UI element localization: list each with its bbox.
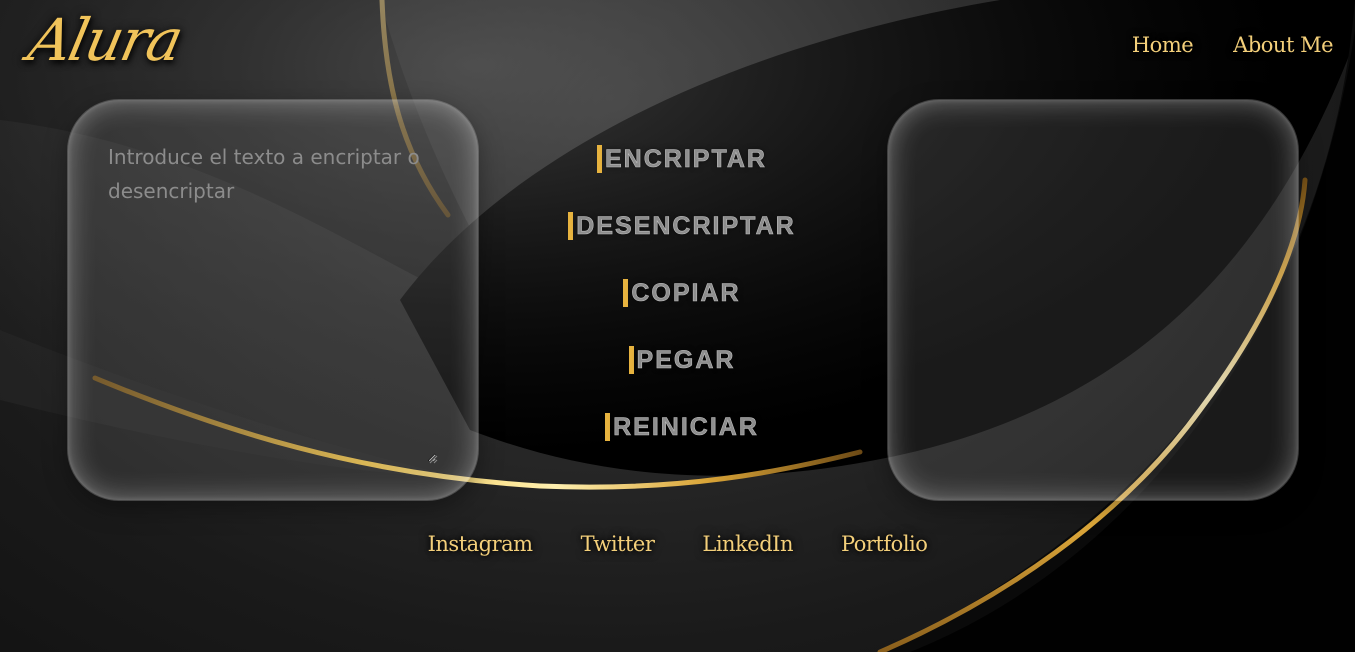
reset-button[interactable]: REINICIAR [605, 411, 759, 443]
input-textarea[interactable] [108, 140, 436, 462]
action-buttons: ENCRIPTAR DESENCRIPTAR COPIAR PEGAR REIN… [477, 143, 887, 443]
accent-bar [597, 145, 602, 173]
output-panel [887, 99, 1299, 501]
social-link-linkedin[interactable]: LinkedIn [702, 532, 793, 556]
top-navigation: Home About Me [1132, 33, 1334, 57]
encrypt-button-label: ENCRIPTAR [605, 144, 767, 173]
accent-bar [568, 212, 574, 240]
input-panel [67, 99, 479, 501]
brand-logo[interactable]: Alura [23, 6, 188, 74]
nav-link-home[interactable]: Home [1132, 33, 1194, 57]
social-links: Instagram Twitter LinkedIn Portfolio [0, 532, 1355, 556]
resize-grip-icon[interactable] [429, 455, 438, 464]
decrypt-button[interactable]: DESENCRIPTAR [568, 210, 795, 242]
encrypt-button[interactable]: ENCRIPTAR [597, 143, 767, 175]
paste-button[interactable]: PEGAR [628, 344, 736, 376]
social-link-twitter[interactable]: Twitter [581, 532, 655, 556]
paste-button-label: PEGAR [636, 345, 736, 374]
social-link-portfolio[interactable]: Portfolio [841, 532, 928, 556]
decrypt-button-label: DESENCRIPTAR [576, 211, 796, 240]
accent-bar [605, 413, 611, 441]
accent-bar [628, 346, 634, 374]
reset-button-label: REINICIAR [613, 412, 759, 441]
copy-button[interactable]: COPIAR [623, 277, 740, 309]
nav-link-about-me[interactable]: About Me [1233, 33, 1333, 57]
app-background: Alura Home About Me ENCRIPTAR DESENCRIPT… [0, 0, 1355, 652]
social-link-instagram[interactable]: Instagram [428, 532, 533, 556]
accent-bar [623, 279, 629, 307]
copy-button-label: COPIAR [631, 278, 741, 307]
